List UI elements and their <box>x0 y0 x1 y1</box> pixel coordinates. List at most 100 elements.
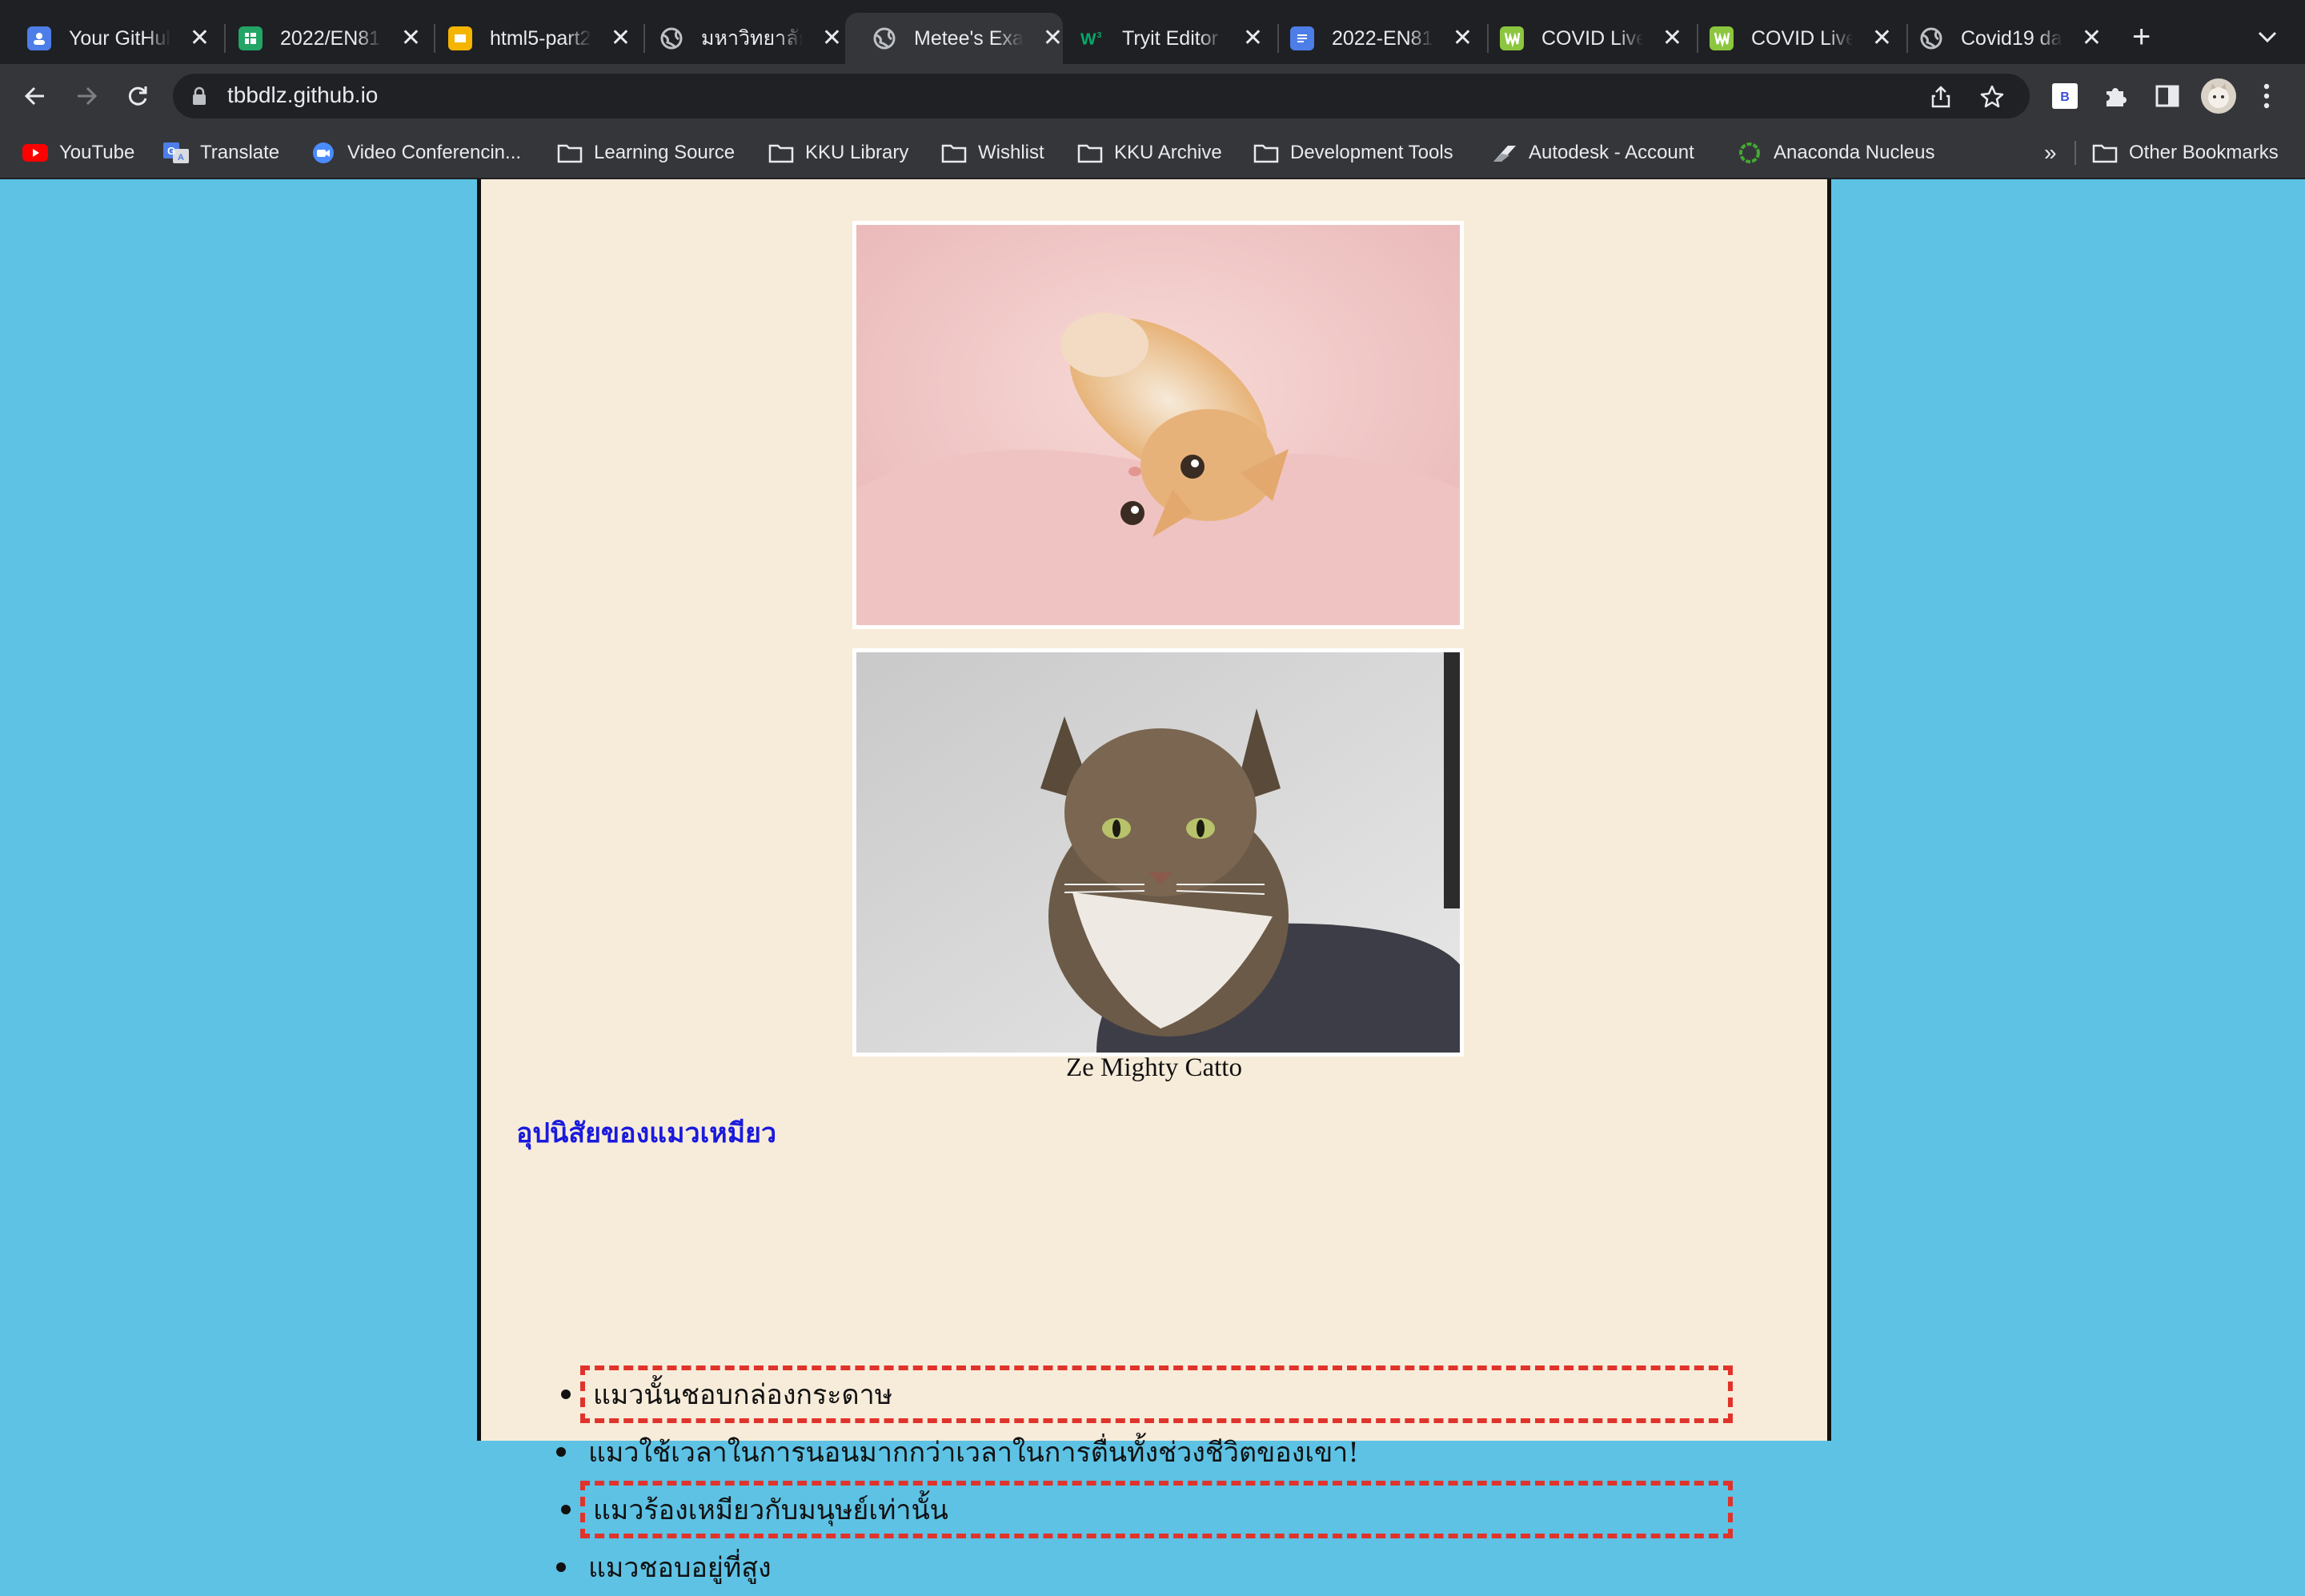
tab-covid-2[interactable]: COVID Live ✕ <box>1682 13 1892 64</box>
chevron-double-right-icon: » <box>2044 140 2057 165</box>
bookmark-label: Learning Source <box>594 142 736 163</box>
tab-title: Your GitHub <box>69 26 170 50</box>
svg-text:W: W <box>1080 30 1096 49</box>
close-icon[interactable]: ✕ <box>2082 26 2102 50</box>
kitten-photo <box>852 221 1464 629</box>
url-text[interactable]: tbbdlz.github.io <box>227 82 378 108</box>
bookmarks-bar: YouTube GA Translate Video Conferencin..… <box>0 128 2305 179</box>
tab-kku[interactable]: มหาวิทยาลัยขอนแก่น ✕ <box>632 13 842 64</box>
tab-title: Covid19 dashboard <box>1961 26 2062 50</box>
bookmark-anaconda[interactable]: Anaconda Nucleus <box>1737 138 1934 168</box>
bookmark-label: KKU Library <box>805 142 909 163</box>
list-item: แมวใช้เวลาในการนอนมากกว่าเวลาในการตื่นทั… <box>550 1423 1359 1481</box>
list-item-text: แมวร้องเหมียวกับมนุษย์เท่านั้น <box>593 1494 948 1526</box>
bookmark-label: Development Tools <box>1290 142 1453 163</box>
bookmarks-overflow-button[interactable]: » <box>2044 138 2057 168</box>
content-container: Ze Mighty Catto อุปนิสัยของแมวเหมียว แมว… <box>477 179 1831 1584</box>
lock-icon[interactable] <box>192 86 206 110</box>
bookmark-folder-kku-archive[interactable]: KKU Archive <box>1077 138 1222 168</box>
tab-slides[interactable]: html5-part2 ✕ <box>421 13 631 64</box>
bookmark-folder-wishlist[interactable]: Wishlist <box>941 138 1044 168</box>
tab-title: มหาวิทยาลัยขอนแก่น <box>701 27 803 50</box>
tab-covid-1[interactable]: COVID Live ✕ <box>1473 13 1682 64</box>
bookmark-folder-kku-library[interactable]: KKU Library <box>768 138 908 168</box>
tab-title: Tryit Editor v3.7 <box>1122 26 1224 50</box>
globe-icon <box>872 26 896 50</box>
bullet <box>550 1556 572 1578</box>
bookmark-label: Anaconda Nucleus <box>1774 142 1935 163</box>
new-tab-plus-icon[interactable]: + <box>2132 21 2151 53</box>
bookmark-label: Other Bookmarks <box>2129 142 2279 163</box>
folder-icon <box>941 144 967 163</box>
zoom-icon <box>313 142 334 163</box>
tab-title: html5-part2 <box>490 26 591 50</box>
side-panel-icon[interactable] <box>2155 83 2180 113</box>
close-icon[interactable]: ✕ <box>1872 26 1892 50</box>
tab-strip: Your GitHub ✕ 2022/EN813 ✕ html5-part2 ✕… <box>0 0 2305 64</box>
w3schools-icon: W3 <box>1080 26 1104 50</box>
habits-heading: อุปนิสัยของแมวเหมียว <box>516 1117 777 1149</box>
back-arrow-icon[interactable] <box>18 78 53 114</box>
list-item: แมวชอบอยู่ที่สูง <box>550 1538 772 1596</box>
close-icon[interactable]: ✕ <box>611 26 631 50</box>
tab-sheet[interactable]: 2022/EN813 ✕ <box>211 13 421 64</box>
browser-toolbar: tbbdlz.github.io B <box>0 64 2305 128</box>
tab-covid-dashboard[interactable]: Covid19 dashboard ✕ <box>1892 13 2102 64</box>
close-icon[interactable]: ✕ <box>822 26 842 50</box>
share-icon[interactable] <box>1929 85 1953 109</box>
extension-b-icon[interactable]: B <box>2052 83 2078 113</box>
address-bar[interactable]: tbbdlz.github.io <box>173 74 2030 118</box>
close-icon[interactable]: ✕ <box>190 26 210 50</box>
autodesk-icon <box>1493 146 1516 162</box>
kebab-menu-icon[interactable] <box>2262 82 2271 114</box>
list-item-text: แมวนั้นชอบกล่องกระดาษ <box>593 1379 893 1411</box>
bookmark-autodesk[interactable]: Autodesk - Account <box>1492 138 1694 168</box>
svg-text:B: B <box>2060 90 2070 104</box>
bookmark-video-conferencing[interactable]: Video Conferencin... <box>311 138 521 168</box>
list-item-highlighted: แมวร้องเหมียวกับมนุษย์เท่านั้น <box>561 1481 1733 1538</box>
tab-search-chevron-icon[interactable] <box>2257 24 2278 49</box>
close-icon[interactable]: ✕ <box>1453 26 1473 50</box>
tab-docs[interactable]: 2022-EN813 ✕ <box>1263 13 1473 64</box>
bookmarks-divider <box>2074 141 2076 165</box>
sheets-icon <box>239 26 263 50</box>
reload-icon[interactable] <box>120 78 155 114</box>
bookmark-translate[interactable]: GA Translate <box>163 138 279 168</box>
bookmark-label: Autodesk - Account <box>1529 142 1694 163</box>
bullet <box>555 1498 577 1521</box>
tab-title: 2022-EN813 <box>1332 26 1433 50</box>
cat-photo <box>852 648 1464 1057</box>
bookmark-label: KKU Archive <box>1114 142 1222 163</box>
profile-avatar[interactable] <box>2201 78 2236 118</box>
bookmark-star-icon[interactable] <box>1980 85 2004 109</box>
bookmark-label: YouTube <box>59 142 135 163</box>
bookmark-label: Translate <box>200 142 280 163</box>
bookmark-folder-other-bookmarks[interactable]: Other Bookmarks <box>2092 138 2279 168</box>
svg-text:G: G <box>167 145 175 157</box>
globe-icon <box>1919 26 1943 50</box>
svg-text:A: A <box>178 153 184 162</box>
close-icon[interactable]: ✕ <box>401 26 421 50</box>
bookmark-label: Wishlist <box>978 142 1044 163</box>
anaconda-icon <box>1739 142 1760 163</box>
folder-icon <box>768 144 794 163</box>
list-item-highlighted: แมวนั้นชอบกล่องกระดาษ <box>561 1365 1733 1423</box>
github-profile-icon <box>27 26 51 50</box>
slides-icon <box>448 26 472 50</box>
worldometer-icon <box>1710 26 1734 50</box>
tab-title: 2022/EN813 <box>280 26 382 50</box>
translate-icon: GA <box>163 142 189 163</box>
bookmark-youtube[interactable]: YouTube <box>22 138 134 168</box>
close-icon[interactable]: ✕ <box>1662 26 1682 50</box>
bookmark-folder-learning-source[interactable]: Learning Source <box>557 138 735 168</box>
extensions-puzzle-icon[interactable] <box>2103 83 2129 113</box>
bullet <box>555 1383 577 1406</box>
page-viewport[interactable]: Ze Mighty Catto อุปนิสัยของแมวเหมียว แมว… <box>0 179 2305 1584</box>
list-item-text: แมวชอบอยู่ที่สูง <box>588 1552 772 1584</box>
folder-icon <box>1077 144 1103 163</box>
bookmark-folder-development-tools[interactable]: Development Tools <box>1253 138 1453 168</box>
close-icon[interactable]: ✕ <box>1243 26 1263 50</box>
tab-tryit[interactable]: W3 Tryit Editor v3.7 ✕ <box>1053 13 1263 64</box>
tab-metee-active[interactable]: Metee's Example ✕ <box>845 13 1063 64</box>
tab-github[interactable]: Your GitHub ✕ <box>0 13 210 64</box>
